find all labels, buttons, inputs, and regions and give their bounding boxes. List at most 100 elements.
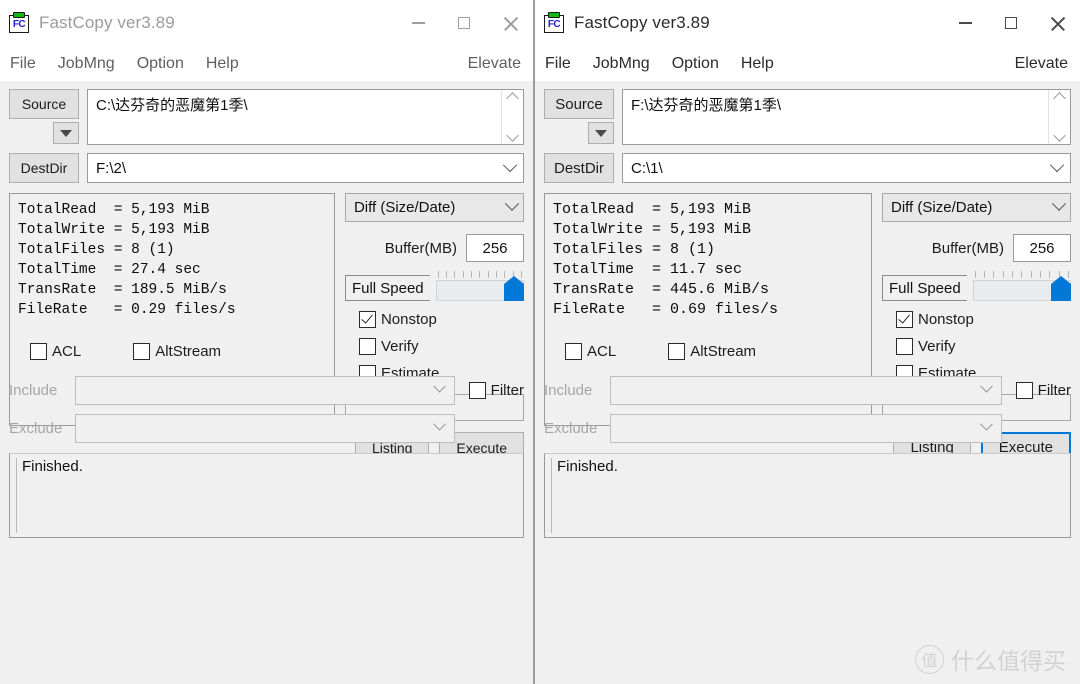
- include-label: Include: [544, 382, 593, 399]
- source-button[interactable]: Source: [9, 89, 79, 119]
- log-panel[interactable]: Finished.: [544, 453, 1071, 538]
- chevron-down-icon: [1051, 196, 1067, 211]
- speed-slider[interactable]: [435, 271, 524, 301]
- exclude-dropdown-button[interactable]: [973, 417, 1001, 433]
- exclude-input[interactable]: [75, 414, 455, 443]
- altstream-checkbox-row[interactable]: AltStream: [133, 343, 221, 360]
- close-button[interactable]: [1034, 0, 1080, 46]
- filter-checkbox[interactable]: [1015, 382, 1033, 399]
- destdir-path-field[interactable]: C:\1\: [622, 153, 1071, 183]
- menu-file[interactable]: File: [545, 55, 571, 73]
- window-title: FastCopy ver3.89: [39, 13, 175, 32]
- filter-area: Include Filter Exclude: [9, 376, 524, 452]
- include-dropdown-button[interactable]: [973, 379, 1001, 395]
- destdir-row: DestDir F:\2\: [9, 153, 524, 183]
- destdir-path-value: C:\1\: [631, 159, 663, 177]
- copy-mode-select[interactable]: Diff (Size/Date): [344, 193, 524, 222]
- verify-checkbox-row[interactable]: Verify: [358, 338, 524, 355]
- chevron-down-icon[interactable]: [1053, 129, 1066, 142]
- chevron-up-icon[interactable]: [506, 92, 519, 105]
- altstream-checkbox[interactable]: [133, 343, 151, 360]
- menu-elevate[interactable]: Elevate: [468, 55, 521, 73]
- chevron-down-icon: [980, 379, 994, 393]
- verify-checkbox-row[interactable]: Verify: [896, 338, 1071, 355]
- altstream-checkbox-row[interactable]: AltStream: [668, 343, 756, 360]
- filter-label: Filter: [1037, 382, 1071, 399]
- filter-checkbox-row[interactable]: Filter: [1015, 382, 1071, 399]
- minimize-button[interactable]: [395, 0, 441, 46]
- filter-checkbox-row[interactable]: Filter: [468, 382, 524, 399]
- buffer-input[interactable]: 256: [466, 234, 524, 262]
- caption-buttons: [942, 0, 1080, 46]
- nonstop-checkbox-row[interactable]: Nonstop: [358, 311, 524, 328]
- slider-thumb[interactable]: [1051, 276, 1071, 301]
- nonstop-checkbox-row[interactable]: Nonstop: [896, 311, 1071, 328]
- exclude-input[interactable]: [610, 414, 1002, 443]
- copy-mode-value: Diff (Size/Date): [891, 199, 993, 216]
- exclude-dropdown-button[interactable]: [426, 417, 454, 433]
- verify-label: Verify: [380, 338, 419, 355]
- acl-label: ACL: [587, 343, 617, 360]
- titlebar-left: FC FastCopy ver3.89: [0, 0, 533, 46]
- chevron-up-icon[interactable]: [1053, 92, 1066, 105]
- filter-area: Include Filter Exclude: [544, 376, 1071, 452]
- log-panel[interactable]: Finished.: [9, 453, 524, 538]
- chevron-down-icon: [504, 196, 520, 211]
- destdir-path-value: F:\2\: [96, 159, 127, 177]
- filter-checkbox[interactable]: [468, 382, 486, 399]
- verify-checkbox[interactable]: [896, 338, 913, 355]
- menu-help[interactable]: Help: [741, 55, 774, 73]
- copy-mode-select[interactable]: Diff (Size/Date): [882, 193, 1071, 222]
- source-scrollbar[interactable]: [501, 90, 523, 144]
- speed-slider-row: Full Speed: [344, 271, 524, 301]
- source-dropdown-button[interactable]: [53, 122, 79, 144]
- log-text: Finished.: [16, 458, 517, 533]
- destdir-button[interactable]: DestDir: [544, 153, 614, 183]
- nonstop-checkbox[interactable]: [358, 311, 376, 328]
- verify-checkbox[interactable]: [358, 338, 376, 355]
- menu-option[interactable]: Option: [137, 55, 184, 73]
- acl-checkbox[interactable]: [30, 343, 47, 360]
- menu-jobmng[interactable]: JobMng: [58, 55, 115, 73]
- include-input[interactable]: [610, 376, 1002, 405]
- include-label: Include: [9, 382, 58, 399]
- buffer-row: Buffer(MB) 256: [882, 234, 1071, 262]
- fastcopy-clipboard-icon: FC: [8, 12, 30, 34]
- nonstop-checkbox[interactable]: [896, 311, 913, 328]
- acl-checkbox-row[interactable]: ACL: [565, 343, 616, 360]
- menu-file[interactable]: File: [10, 55, 36, 73]
- source-path-field[interactable]: F:\达芬奇的恶魔第1季\: [622, 89, 1071, 145]
- maximize-button[interactable]: [988, 0, 1034, 46]
- triangle-down-icon: [60, 129, 72, 137]
- minimize-button[interactable]: [942, 0, 988, 46]
- destdir-dropdown-button[interactable]: [1044, 158, 1070, 173]
- source-scrollbar[interactable]: [1048, 90, 1070, 144]
- speed-slider[interactable]: [972, 271, 1071, 301]
- caption-buttons: [395, 0, 533, 46]
- destdir-dropdown-button[interactable]: [497, 158, 523, 173]
- destdir-button[interactable]: DestDir: [9, 153, 79, 183]
- source-path-field[interactable]: C:\达芬奇的恶魔第1季\: [87, 89, 524, 145]
- altstream-checkbox[interactable]: [668, 343, 686, 360]
- chevron-down-icon[interactable]: [506, 129, 519, 142]
- destdir-path-field[interactable]: F:\2\: [87, 153, 524, 183]
- include-dropdown-button[interactable]: [426, 379, 454, 395]
- menu-option[interactable]: Option: [672, 55, 719, 73]
- source-button[interactable]: Source: [544, 89, 614, 119]
- acl-altstream-row: ACL AltStream: [565, 343, 808, 360]
- source-dropdown-button[interactable]: [588, 122, 614, 144]
- menu-elevate[interactable]: Elevate: [1015, 55, 1068, 73]
- altstream-label: AltStream: [690, 343, 757, 360]
- menu-jobmng[interactable]: JobMng: [593, 55, 650, 73]
- acl-checkbox-row[interactable]: ACL: [30, 343, 81, 360]
- acl-altstream-row: ACL AltStream: [30, 343, 273, 360]
- slider-thumb[interactable]: [504, 276, 524, 301]
- buffer-input[interactable]: 256: [1013, 234, 1071, 262]
- menubar-right: File JobMng Option Help Elevate: [535, 46, 1080, 81]
- maximize-button[interactable]: [441, 0, 487, 46]
- acl-checkbox[interactable]: [565, 343, 582, 360]
- menu-help[interactable]: Help: [206, 55, 239, 73]
- close-button[interactable]: [487, 0, 533, 46]
- include-input[interactable]: [75, 376, 455, 405]
- exclude-label: Exclude: [9, 420, 63, 437]
